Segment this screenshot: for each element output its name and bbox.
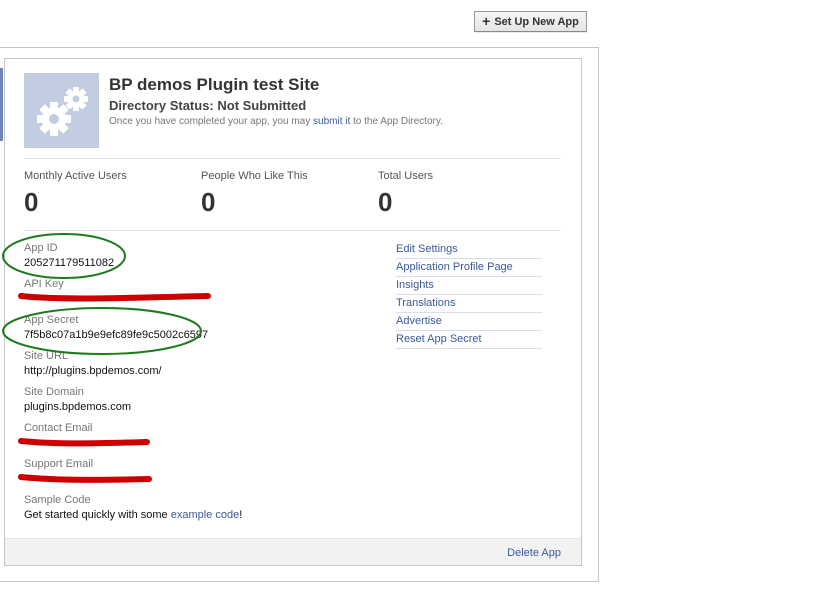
app-id-value: 205271179511082 xyxy=(24,257,115,269)
site-domain-label: Site Domain xyxy=(24,386,84,398)
directory-status: Directory Status: Not Submitted xyxy=(109,98,307,113)
plus-icon: + xyxy=(482,13,491,29)
app-title: BP demos Plugin test Site xyxy=(109,75,320,94)
support-email-label: Support Email xyxy=(24,458,94,470)
site-url-label: Site URL xyxy=(24,350,69,362)
content-frame-bottom-border xyxy=(0,581,599,582)
set-up-new-app-label: Set Up New App xyxy=(494,15,579,28)
submit-it-link[interactable]: submit it xyxy=(313,116,350,127)
content-frame-right-border xyxy=(598,47,599,582)
sample-code-after: ! xyxy=(239,509,243,521)
sample-code-label: Sample Code xyxy=(24,494,91,506)
directory-note-before: Once you have completed your app, you ma… xyxy=(109,116,314,127)
directory-note: Once you have completed your app, you ma… xyxy=(109,116,443,127)
advertise-link[interactable]: Advertise xyxy=(396,313,542,331)
api-key-label: API Key xyxy=(24,278,64,290)
app-secret-label: App Secret xyxy=(24,314,79,326)
insights-link[interactable]: Insights xyxy=(396,277,542,295)
set-up-new-app-button[interactable]: + Set Up New App xyxy=(474,11,587,32)
app-secret-value: 7f5b8c07a1b9e9efc89fe9c5002c6597 xyxy=(24,329,209,341)
site-url-value: http://plugins.bpdemos.com/ xyxy=(24,365,162,377)
stat-value-people-who-like-this: 0 xyxy=(201,187,216,217)
stats-divider xyxy=(24,230,561,231)
translations-link[interactable]: Translations xyxy=(396,295,542,313)
sidebar-edge-tab xyxy=(0,68,3,141)
stat-label-monthly-active-users: Monthly Active Users xyxy=(24,170,127,182)
app-summary-card: BP demos Plugin test Site Directory Stat… xyxy=(4,58,582,566)
directory-note-after: to the App Directory. xyxy=(350,116,443,127)
edit-settings-link[interactable]: Edit Settings xyxy=(396,241,542,259)
site-domain-value: plugins.bpdemos.com xyxy=(24,401,132,413)
contact-email-label: Contact Email xyxy=(24,422,93,434)
gears-icon xyxy=(24,73,99,148)
stat-label-people-who-like-this: People Who Like This xyxy=(201,170,308,182)
app-id-label: App ID xyxy=(24,242,58,254)
sample-code-before: Get started quickly with some xyxy=(24,509,171,521)
header-divider xyxy=(24,158,561,159)
stat-value-monthly-active-users: 0 xyxy=(24,187,39,217)
app-actions-list: Edit Settings Application Profile Page I… xyxy=(396,241,542,349)
sample-code-text: Get started quickly with some example co… xyxy=(24,509,242,521)
reset-app-secret-link[interactable]: Reset App Secret xyxy=(396,331,542,349)
stat-label-total-users: Total Users xyxy=(378,170,434,182)
application-profile-page-link[interactable]: Application Profile Page xyxy=(396,259,542,277)
card-footer: Delete App xyxy=(5,538,581,565)
delete-app-link[interactable]: Delete App xyxy=(507,547,561,559)
example-code-link[interactable]: example code xyxy=(171,509,240,521)
stat-value-total-users: 0 xyxy=(378,187,393,217)
gears-icon-graphic xyxy=(37,87,88,136)
content-frame-top-border xyxy=(0,47,599,48)
